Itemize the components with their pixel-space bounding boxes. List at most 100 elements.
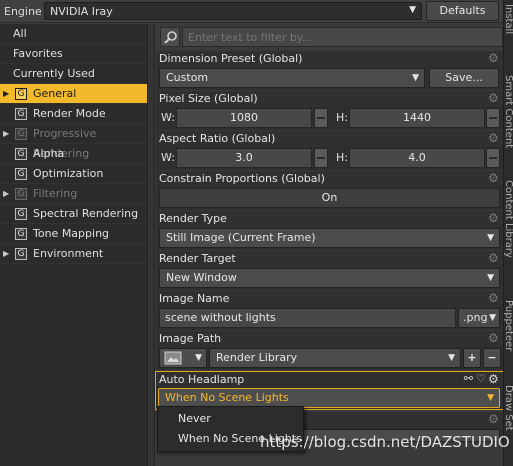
triangle-right-icon[interactable]: ▶ <box>3 244 9 264</box>
side-tab-strip: Install Smart Content Content Library Pu… <box>503 0 513 466</box>
gear-icon[interactable]: ⚙ <box>488 413 500 425</box>
prop-title-text: Pixel Size (Global) <box>159 92 258 105</box>
gear-icon[interactable]: ⚙ <box>488 292 500 304</box>
sidebar-item-general[interactable]: ▶ G General <box>0 84 147 104</box>
watermark-text: https://blog.csdn.net/DAZSTUDIO <box>260 433 510 451</box>
gear-icon[interactable]: ⚙ <box>488 92 500 104</box>
prop-title: Aspect Ratio (Global) ⚙ <box>156 131 503 146</box>
prop-title-text: Constrain Proportions (Global) <box>159 172 325 185</box>
aspect-height-slider[interactable] <box>486 148 500 168</box>
sidebar-item-alpha[interactable]: G Alpha <box>0 144 147 164</box>
prop-title: Image Name ⚙ <box>156 291 503 306</box>
engine-label: Engine : <box>4 5 49 18</box>
prop-constrain-proportions: Constrain Proportions (Global) ⚙ On <box>156 171 503 210</box>
render-target-select[interactable]: New Window ▼ <box>159 268 500 288</box>
sidebar-item-spectral-rendering[interactable]: G Spectral Rendering <box>0 204 147 224</box>
dimension-preset-select[interactable]: Custom ▼ <box>159 68 425 88</box>
prop-title-text: Aspect Ratio (Global) <box>159 132 276 145</box>
gear-icon[interactable]: ⚙ <box>488 52 500 64</box>
prop-title-text: Image Name <box>159 292 230 305</box>
sidebar-item-filtering[interactable]: ▶ G Filtering <box>0 184 147 204</box>
prop-title-text: Render Type <box>159 212 227 225</box>
gear-icon[interactable]: ⚙ <box>488 172 500 184</box>
chevron-down-icon: ▼ <box>487 233 494 243</box>
pixel-height-slider[interactable] <box>486 108 500 128</box>
triangle-right-icon[interactable]: ▶ <box>3 184 9 204</box>
pixel-width-field[interactable]: 1080 <box>176 108 312 128</box>
sidebar-item-label: Alpha <box>33 147 65 160</box>
width-label: W: <box>161 111 175 124</box>
filter-row <box>156 24 503 51</box>
sidebar-item-environment[interactable]: ▶ G Environment <box>0 244 147 264</box>
aspect-height-field[interactable]: 4.0 <box>349 148 485 168</box>
heart-icon[interactable]: ♡ <box>476 373 486 385</box>
render-settings-sidebar: All Favorites Currently Used ▶ G General… <box>0 24 148 466</box>
tab-draw-settings[interactable]: Draw Set <box>504 385 513 465</box>
render-type-select[interactable]: Still Image (Current Frame) ▼ <box>159 228 500 248</box>
constrain-toggle[interactable]: On <box>159 188 500 208</box>
sidebar-item-label: Favorites <box>13 47 63 60</box>
prop-auto-headlamp: Auto Headlamp ⚯ ♡ ⚙ When No Scene Lights… <box>155 371 504 410</box>
width-label: W: <box>161 151 175 164</box>
image-folder-button[interactable]: ▼ <box>159 348 207 368</box>
auto-headlamp-select[interactable]: When No Scene Lights ▼ <box>158 388 500 408</box>
tab-content-library[interactable]: Content Library <box>504 180 513 280</box>
gear-icon[interactable]: ⚙ <box>488 252 500 264</box>
height-label: H: <box>336 151 348 164</box>
group-g-icon: G <box>15 188 27 200</box>
search-icon[interactable] <box>160 27 180 47</box>
chevron-down-icon: ▼ <box>487 393 494 403</box>
triangle-right-icon[interactable]: ▶ <box>3 124 9 144</box>
prop-dimension-preset: Dimension Preset (Global) ⚙ Custom ▼ Save… <box>156 51 503 90</box>
gear-icon[interactable]: ⚙ <box>488 332 500 344</box>
dropdown-option-never[interactable]: Never <box>158 409 303 429</box>
group-g-icon: G <box>15 168 27 180</box>
filter-input[interactable] <box>182 27 503 47</box>
remove-path-button[interactable]: − <box>483 348 501 368</box>
link-icon[interactable]: ⚯ <box>464 373 473 385</box>
gear-icon[interactable]: ⚙ <box>488 132 500 144</box>
engine-select[interactable]: NVIDIA Iray ▼ <box>44 2 422 20</box>
aspect-width-field[interactable]: 3.0 <box>176 148 312 168</box>
defaults-button[interactable]: Defaults <box>426 1 499 21</box>
prop-title: Render Type ⚙ <box>156 211 503 226</box>
sidebar-item-render-mode[interactable]: G Render Mode <box>0 104 147 124</box>
sidebar-item-tone-mapping[interactable]: G Tone Mapping <box>0 224 147 244</box>
prop-title: Dimension Preset (Global) ⚙ <box>156 51 503 66</box>
save-preset-button[interactable]: Save... <box>429 68 499 88</box>
sidebar-item-label: General <box>33 87 77 100</box>
tab-puppeteer[interactable]: Puppeteer <box>504 300 513 370</box>
sidebar-item-label: Tone Mapping <box>33 227 110 240</box>
chevron-down-icon: ▼ <box>412 73 419 83</box>
dimension-preset-value: Custom <box>166 71 209 84</box>
properties-panel: Dimension Preset (Global) ⚙ Custom ▼ Save… <box>155 24 504 466</box>
sidebar-item-favorites[interactable]: Favorites <box>0 44 147 64</box>
aspect-width-slider[interactable] <box>314 148 328 168</box>
prop-image-name: Image Name ⚙ scene without lights .png ▼ <box>156 291 503 330</box>
group-g-icon: G <box>15 228 27 240</box>
sidebar-item-currently-used[interactable]: Currently Used <box>0 64 147 84</box>
engine-bar: Engine : NVIDIA Iray ▼ Defaults <box>0 0 503 23</box>
triangle-right-icon[interactable]: ▶ <box>3 84 9 104</box>
sidebar-item-all[interactable]: All <box>0 24 147 44</box>
tab-smart-content[interactable]: Smart Content <box>504 75 513 165</box>
gear-icon[interactable]: ⚙ <box>488 373 500 385</box>
render-target-value: New Window <box>166 271 237 284</box>
height-label: H: <box>336 111 348 124</box>
image-name-field[interactable]: scene without lights <box>159 308 456 328</box>
tab-install[interactable]: Install <box>504 4 513 64</box>
panel-splitter[interactable] <box>149 24 155 466</box>
image-path-value: Render Library <box>216 351 298 364</box>
group-g-icon: G <box>15 148 27 160</box>
gear-icon[interactable]: ⚙ <box>488 212 500 224</box>
pixel-width-slider[interactable] <box>314 108 328 128</box>
pixel-height-field[interactable]: 1440 <box>349 108 485 128</box>
image-path-select[interactable]: Render Library ▼ <box>209 348 461 368</box>
image-extension-select[interactable]: .png ▼ <box>458 308 500 328</box>
sidebar-item-label: Currently Used <box>13 67 95 80</box>
sidebar-item-label: Environment <box>33 247 104 260</box>
add-path-button[interactable]: + <box>463 348 481 368</box>
group-g-icon: G <box>15 108 27 120</box>
sidebar-item-optimization[interactable]: G Optimization <box>0 164 147 184</box>
sidebar-item-progressive-rendering[interactable]: ▶ G Progressive Rendering <box>0 124 147 160</box>
